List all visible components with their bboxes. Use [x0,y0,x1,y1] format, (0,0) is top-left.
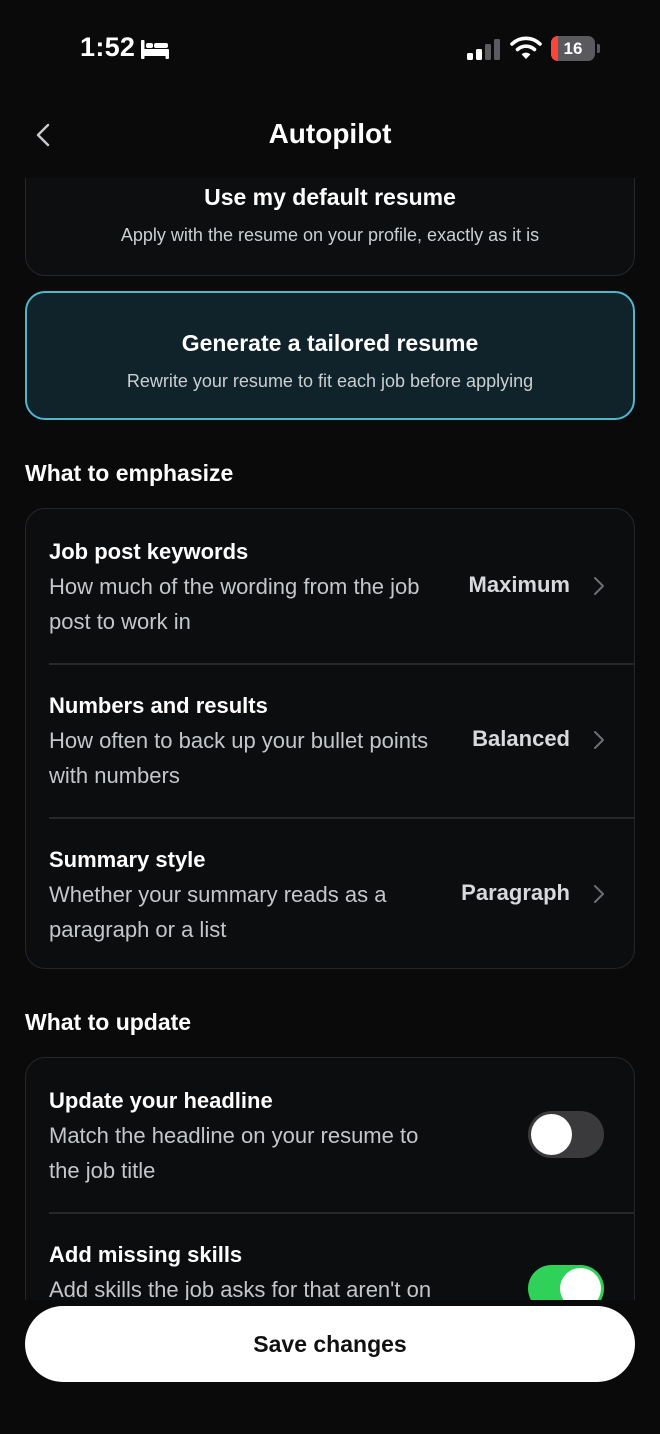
battery-body: 16 [551,36,595,61]
section-title-update: What to update [25,1009,192,1035]
row-value: Paragraph [461,880,570,905]
row-description: Match the headline on your resume to the… [49,1123,419,1183]
option-tailored-resume[interactable]: Generate a tailored resume Rewrite your … [25,291,635,420]
row-description: How often to back up your bullet points … [49,728,429,788]
row-title: Numbers and results [49,693,268,718]
row-value: Balanced [472,726,570,751]
status-time: 1:52 [80,32,136,62]
option-description: Rewrite your resume to fit each job befo… [126,371,534,391]
toggle-knob [531,1114,572,1155]
section-title-emphasize: What to emphasize [25,460,234,486]
option-title: Use my default resume [204,184,456,210]
battery-level: 16 [563,39,583,58]
chevron-right-icon [594,731,604,749]
autopilot-screen: Use my default resume Apply with the res… [0,0,660,1434]
nav-bar: Autopilot [0,100,660,170]
signal-icon [467,39,500,60]
chevron-right-icon [594,885,604,903]
page-title: Autopilot [268,118,392,149]
status-bar: 1:52 16 [0,0,660,96]
row-summary-style[interactable]: Summary style Whether your summary reads… [26,817,634,968]
wifi-icon [510,36,542,59]
row-description: How much of the wording from the job pos… [49,574,420,634]
row-title: Summary style [49,847,206,872]
row-job-post-keywords[interactable]: Job post keywords How much of the wordin… [26,509,634,663]
update-headline-toggle[interactable] [528,1111,604,1158]
row-title: Update your headline [49,1088,273,1113]
row-title: Add missing skills [49,1242,243,1267]
row-numbers-and-results[interactable]: Numbers and results How often to back up… [26,663,634,817]
battery-tip [597,44,600,53]
chevron-right-icon [594,577,604,595]
row-update-headline: Update your headline Match the headline … [26,1058,634,1212]
row-title: Job post keywords [49,539,249,564]
option-title: Generate a tailored resume [181,330,479,356]
save-changes-button[interactable]: Save changes [25,1306,635,1382]
emphasize-group: Job post keywords How much of the wordin… [25,508,635,969]
row-value: Maximum [468,572,570,597]
bed-icon [141,40,169,59]
battery-icon: 16 [551,36,600,61]
row-description: Whether your summary reads as a paragrap… [49,882,387,942]
option-description: Apply with the resume on your profile, e… [120,225,540,245]
